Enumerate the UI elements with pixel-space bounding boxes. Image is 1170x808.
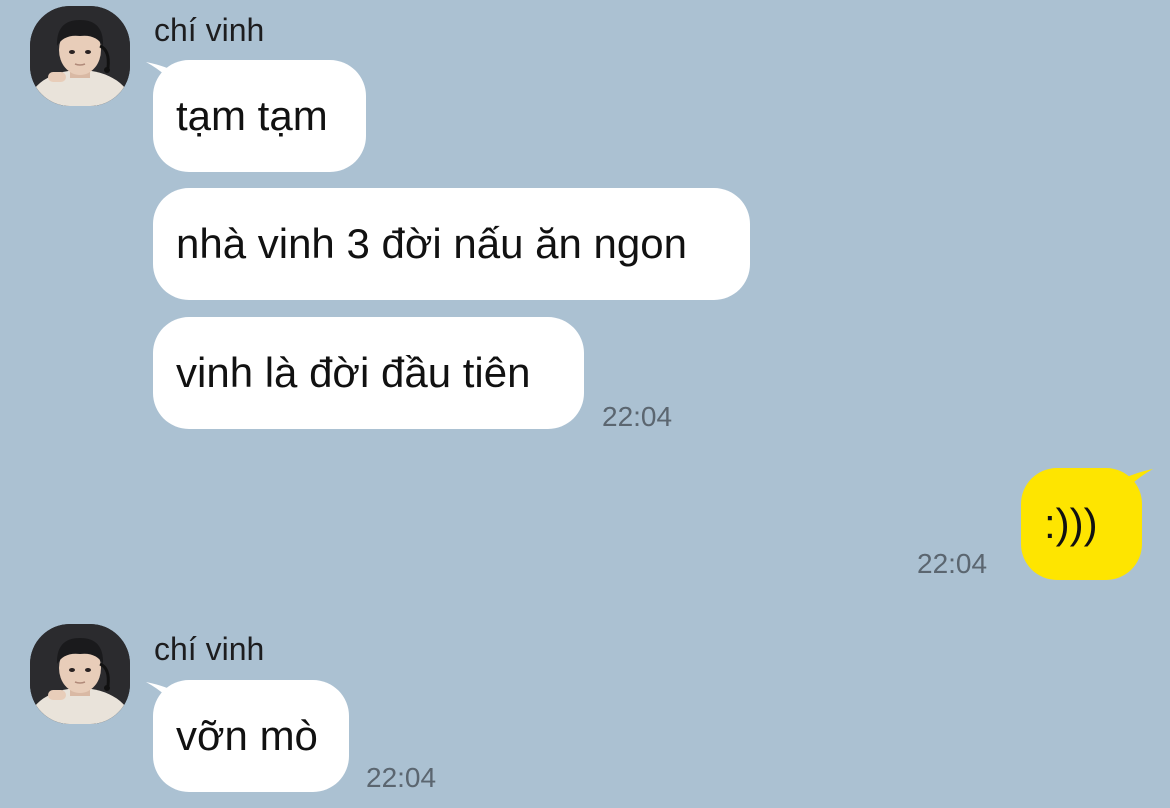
message-timestamp: 22:04	[602, 401, 673, 432]
message-bubble[interactable]: nhà vinh 3 đời nấu ăn ngon	[153, 188, 750, 300]
message-timestamp: 22:04	[917, 548, 988, 579]
message-bubble[interactable]: tạm tạm	[153, 60, 366, 172]
sender-avatar[interactable]	[30, 6, 130, 106]
avatar-photo-icon	[30, 6, 130, 106]
sender-name: chí vinh	[154, 631, 265, 667]
sender-name: chí vinh	[154, 12, 265, 48]
sender-avatar[interactable]	[30, 624, 130, 724]
message-timestamp: 22:04	[366, 762, 437, 793]
message-bubble[interactable]: :)))	[1021, 468, 1142, 580]
avatar-photo-icon	[30, 624, 130, 724]
message-bubble[interactable]: vinh là đời đầu tiên	[153, 317, 584, 429]
message-bubble[interactable]: vỡn mò	[153, 680, 349, 792]
